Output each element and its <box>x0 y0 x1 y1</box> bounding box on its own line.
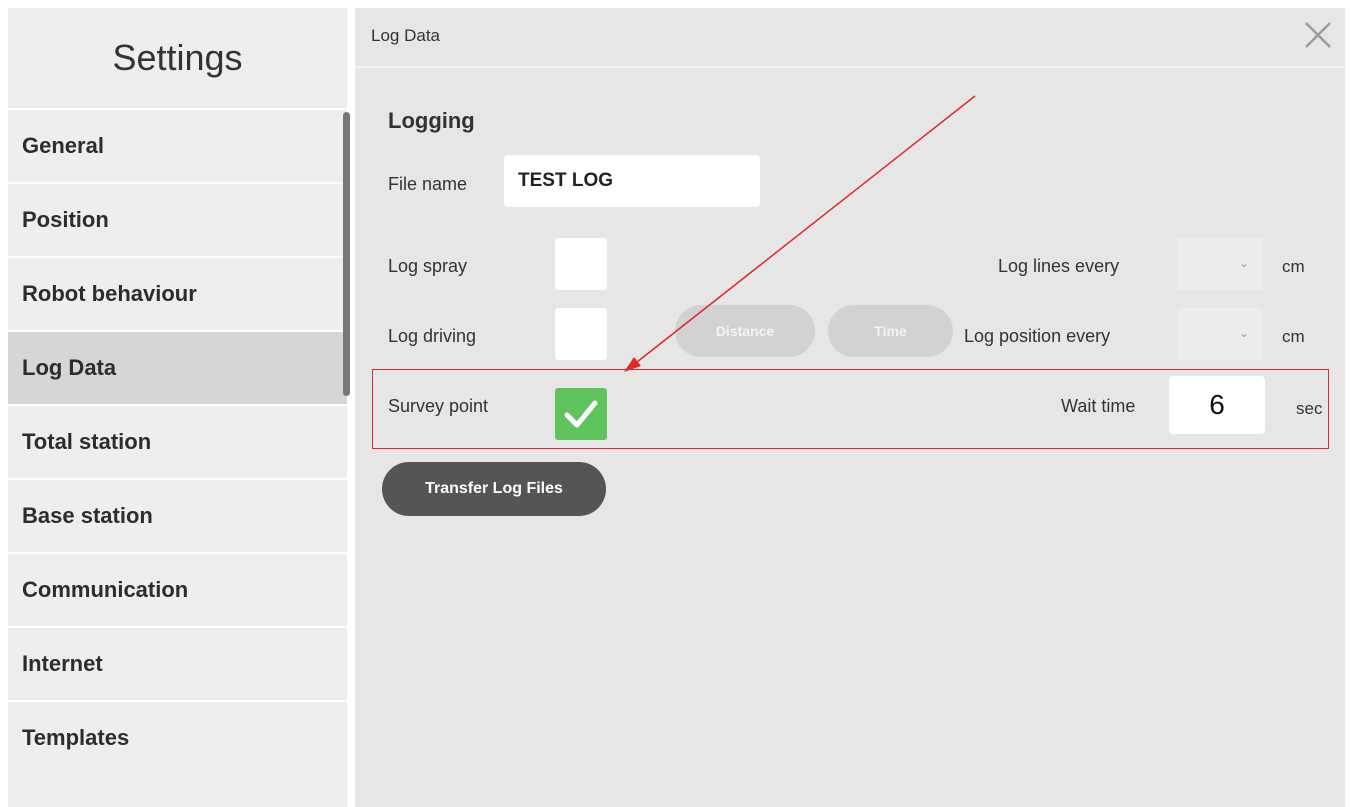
logging-section-title: Logging <box>388 108 475 133</box>
sidebar-item-position[interactable]: Position <box>8 182 347 256</box>
log-driving-checkbox[interactable] <box>555 308 607 360</box>
survey-point-label: Survey point <box>388 396 489 416</box>
chevron-down-icon: ⌄ <box>1238 326 1249 340</box>
settings-sidebar: Settings General Position Robot behaviou… <box>8 8 347 807</box>
wait-time-unit: sec <box>1296 399 1323 418</box>
sidebar-item-label: Templates <box>22 725 130 750</box>
log-lines-unit: cm <box>1282 257 1305 276</box>
sidebar-item-label: Position <box>22 207 109 232</box>
sidebar-item-total-station[interactable]: Total station <box>8 404 347 478</box>
log-lines-select[interactable]: ⌄ <box>1177 238 1263 290</box>
sidebar-item-label: Robot behaviour <box>22 281 197 306</box>
log-position-label: Log position every <box>964 326 1111 346</box>
distance-toggle-button[interactable]: Distance <box>675 305 815 357</box>
log-spray-label: Log spray <box>388 256 468 276</box>
file-name-input[interactable] <box>504 155 760 207</box>
close-icon[interactable] <box>1303 20 1333 50</box>
check-icon <box>564 400 598 428</box>
sidebar-item-base-station[interactable]: Base station <box>8 478 347 552</box>
survey-point-checkbox[interactable] <box>555 388 607 440</box>
sidebar-item-log-data[interactable]: Log Data <box>8 330 347 404</box>
sidebar-item-robot-behaviour[interactable]: Robot behaviour <box>8 256 347 330</box>
log-position-select[interactable]: ⌄ <box>1177 308 1263 360</box>
log-lines-label: Log lines every <box>998 256 1120 276</box>
time-toggle-button[interactable]: Time <box>828 305 953 357</box>
sidebar-item-internet[interactable]: Internet <box>8 626 347 700</box>
wait-time-input[interactable]: 6 <box>1169 376 1265 434</box>
sidebar-item-label: Log Data <box>22 355 117 380</box>
log-spray-checkbox[interactable] <box>555 238 607 290</box>
sidebar-title: Settings <box>112 37 243 78</box>
sidebar-list: General Position Robot behaviour Log Dat… <box>8 108 347 774</box>
sidebar-item-label: Base station <box>22 503 153 528</box>
transfer-log-files-button[interactable]: Transfer Log Files <box>382 462 606 516</box>
wait-time-label: Wait time <box>1061 396 1136 416</box>
sidebar-item-label: Internet <box>22 651 103 676</box>
sidebar-item-templates[interactable]: Templates <box>8 700 347 774</box>
panel-header: Log Data <box>355 8 1345 68</box>
log-data-panel: Log Data Logging File name Log spray Log… <box>355 8 1345 807</box>
log-position-unit: cm <box>1282 327 1305 346</box>
sidebar-item-communication[interactable]: Communication <box>8 552 347 626</box>
sidebar-item-label: Communication <box>22 577 189 602</box>
sidebar-item-general[interactable]: General <box>8 108 347 182</box>
sidebar-scrollbar[interactable] <box>343 112 350 396</box>
file-name-label: File name <box>388 174 468 194</box>
panel-title: Log Data <box>371 26 440 45</box>
log-driving-label: Log driving <box>388 326 477 346</box>
sidebar-item-label: Total station <box>22 429 152 454</box>
chevron-down-icon: ⌄ <box>1238 256 1249 270</box>
sidebar-item-label: General <box>22 133 104 158</box>
